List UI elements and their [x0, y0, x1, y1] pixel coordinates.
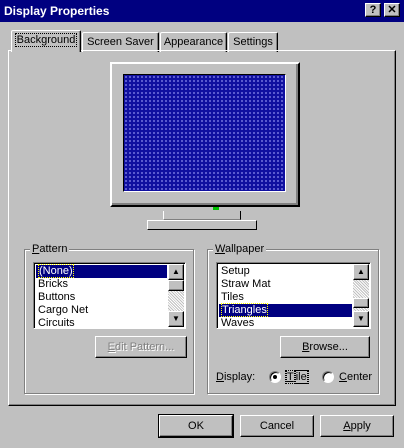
list-item[interactable]: Triangles — [219, 303, 352, 317]
title-bar[interactable]: Display Properties ? ✕ — [0, 0, 404, 22]
tab-background[interactable]: Background — [11, 30, 81, 52]
tab-background-label: Background — [14, 33, 78, 47]
list-item[interactable]: Setup — [219, 265, 352, 278]
desktop-preview-screen — [123, 74, 286, 192]
list-item[interactable]: (None) — [36, 264, 167, 278]
pattern-list: (None) Bricks Buttons Cargo Net Circuits — [36, 264, 167, 330]
list-item[interactable]: Circuits — [36, 317, 167, 330]
tab-screen-saver-label: Screen Saver — [87, 36, 154, 48]
list-item[interactable]: Straw Mat — [219, 278, 352, 291]
scroll-thumb[interactable] — [168, 280, 184, 291]
list-item[interactable]: Cargo Net — [36, 304, 167, 317]
center-radio-label[interactable]: Center — [339, 371, 372, 384]
help-button[interactable]: ? — [365, 3, 381, 17]
tab-screen-saver[interactable]: Screen Saver — [82, 32, 159, 52]
browse-button[interactable]: Browse... — [280, 336, 370, 358]
list-item[interactable]: Buttons — [36, 291, 167, 304]
tile-radio-label[interactable]: Tile — [285, 370, 309, 384]
pattern-listbox[interactable]: (None) Bricks Buttons Cargo Net Circuits… — [33, 262, 186, 329]
center-radio[interactable] — [322, 371, 334, 383]
pattern-scrollbar[interactable]: ▲ ▼ — [168, 264, 184, 327]
ok-button[interactable]: OK — [158, 414, 234, 438]
window-title: Display Properties — [4, 4, 110, 18]
scroll-thumb[interactable] — [353, 298, 369, 308]
wallpaper-scrollbar[interactable]: ▲ ▼ — [353, 264, 369, 327]
list-item[interactable]: Bricks — [36, 278, 167, 291]
monitor-power-led — [213, 207, 219, 210]
monitor-stand — [147, 220, 257, 230]
tab-settings[interactable]: Settings — [228, 32, 278, 52]
wallpaper-group-label: Wallpaper — [213, 243, 267, 256]
display-label: Display: — [216, 371, 256, 383]
radio-dot-icon — [273, 375, 277, 379]
wallpaper-listbox[interactable]: Setup Straw Mat Tiles Triangles Waves ▲ … — [216, 262, 371, 329]
close-button[interactable]: ✕ — [384, 3, 400, 17]
scroll-up-icon[interactable]: ▲ — [168, 264, 184, 280]
cancel-button[interactable]: Cancel — [240, 415, 314, 437]
scroll-down-icon[interactable]: ▼ — [168, 311, 184, 327]
pattern-group-label: Pattern — [30, 243, 70, 256]
scroll-up-icon[interactable]: ▲ — [353, 264, 369, 280]
apply-button[interactable]: Apply — [320, 415, 394, 437]
monitor-neck — [163, 211, 241, 220]
list-item[interactable]: Waves — [219, 317, 352, 330]
edit-pattern-button[interactable]: Edit Pattern... — [95, 336, 187, 358]
tab-appearance[interactable]: Appearance — [160, 32, 227, 52]
tab-appearance-label: Appearance — [163, 36, 224, 48]
tile-radio[interactable] — [269, 371, 281, 383]
wallpaper-list: Setup Straw Mat Tiles Triangles Waves — [219, 265, 352, 330]
tab-settings-label: Settings — [233, 36, 273, 48]
scroll-down-icon[interactable]: ▼ — [353, 311, 369, 327]
close-icon: ✕ — [387, 4, 397, 16]
